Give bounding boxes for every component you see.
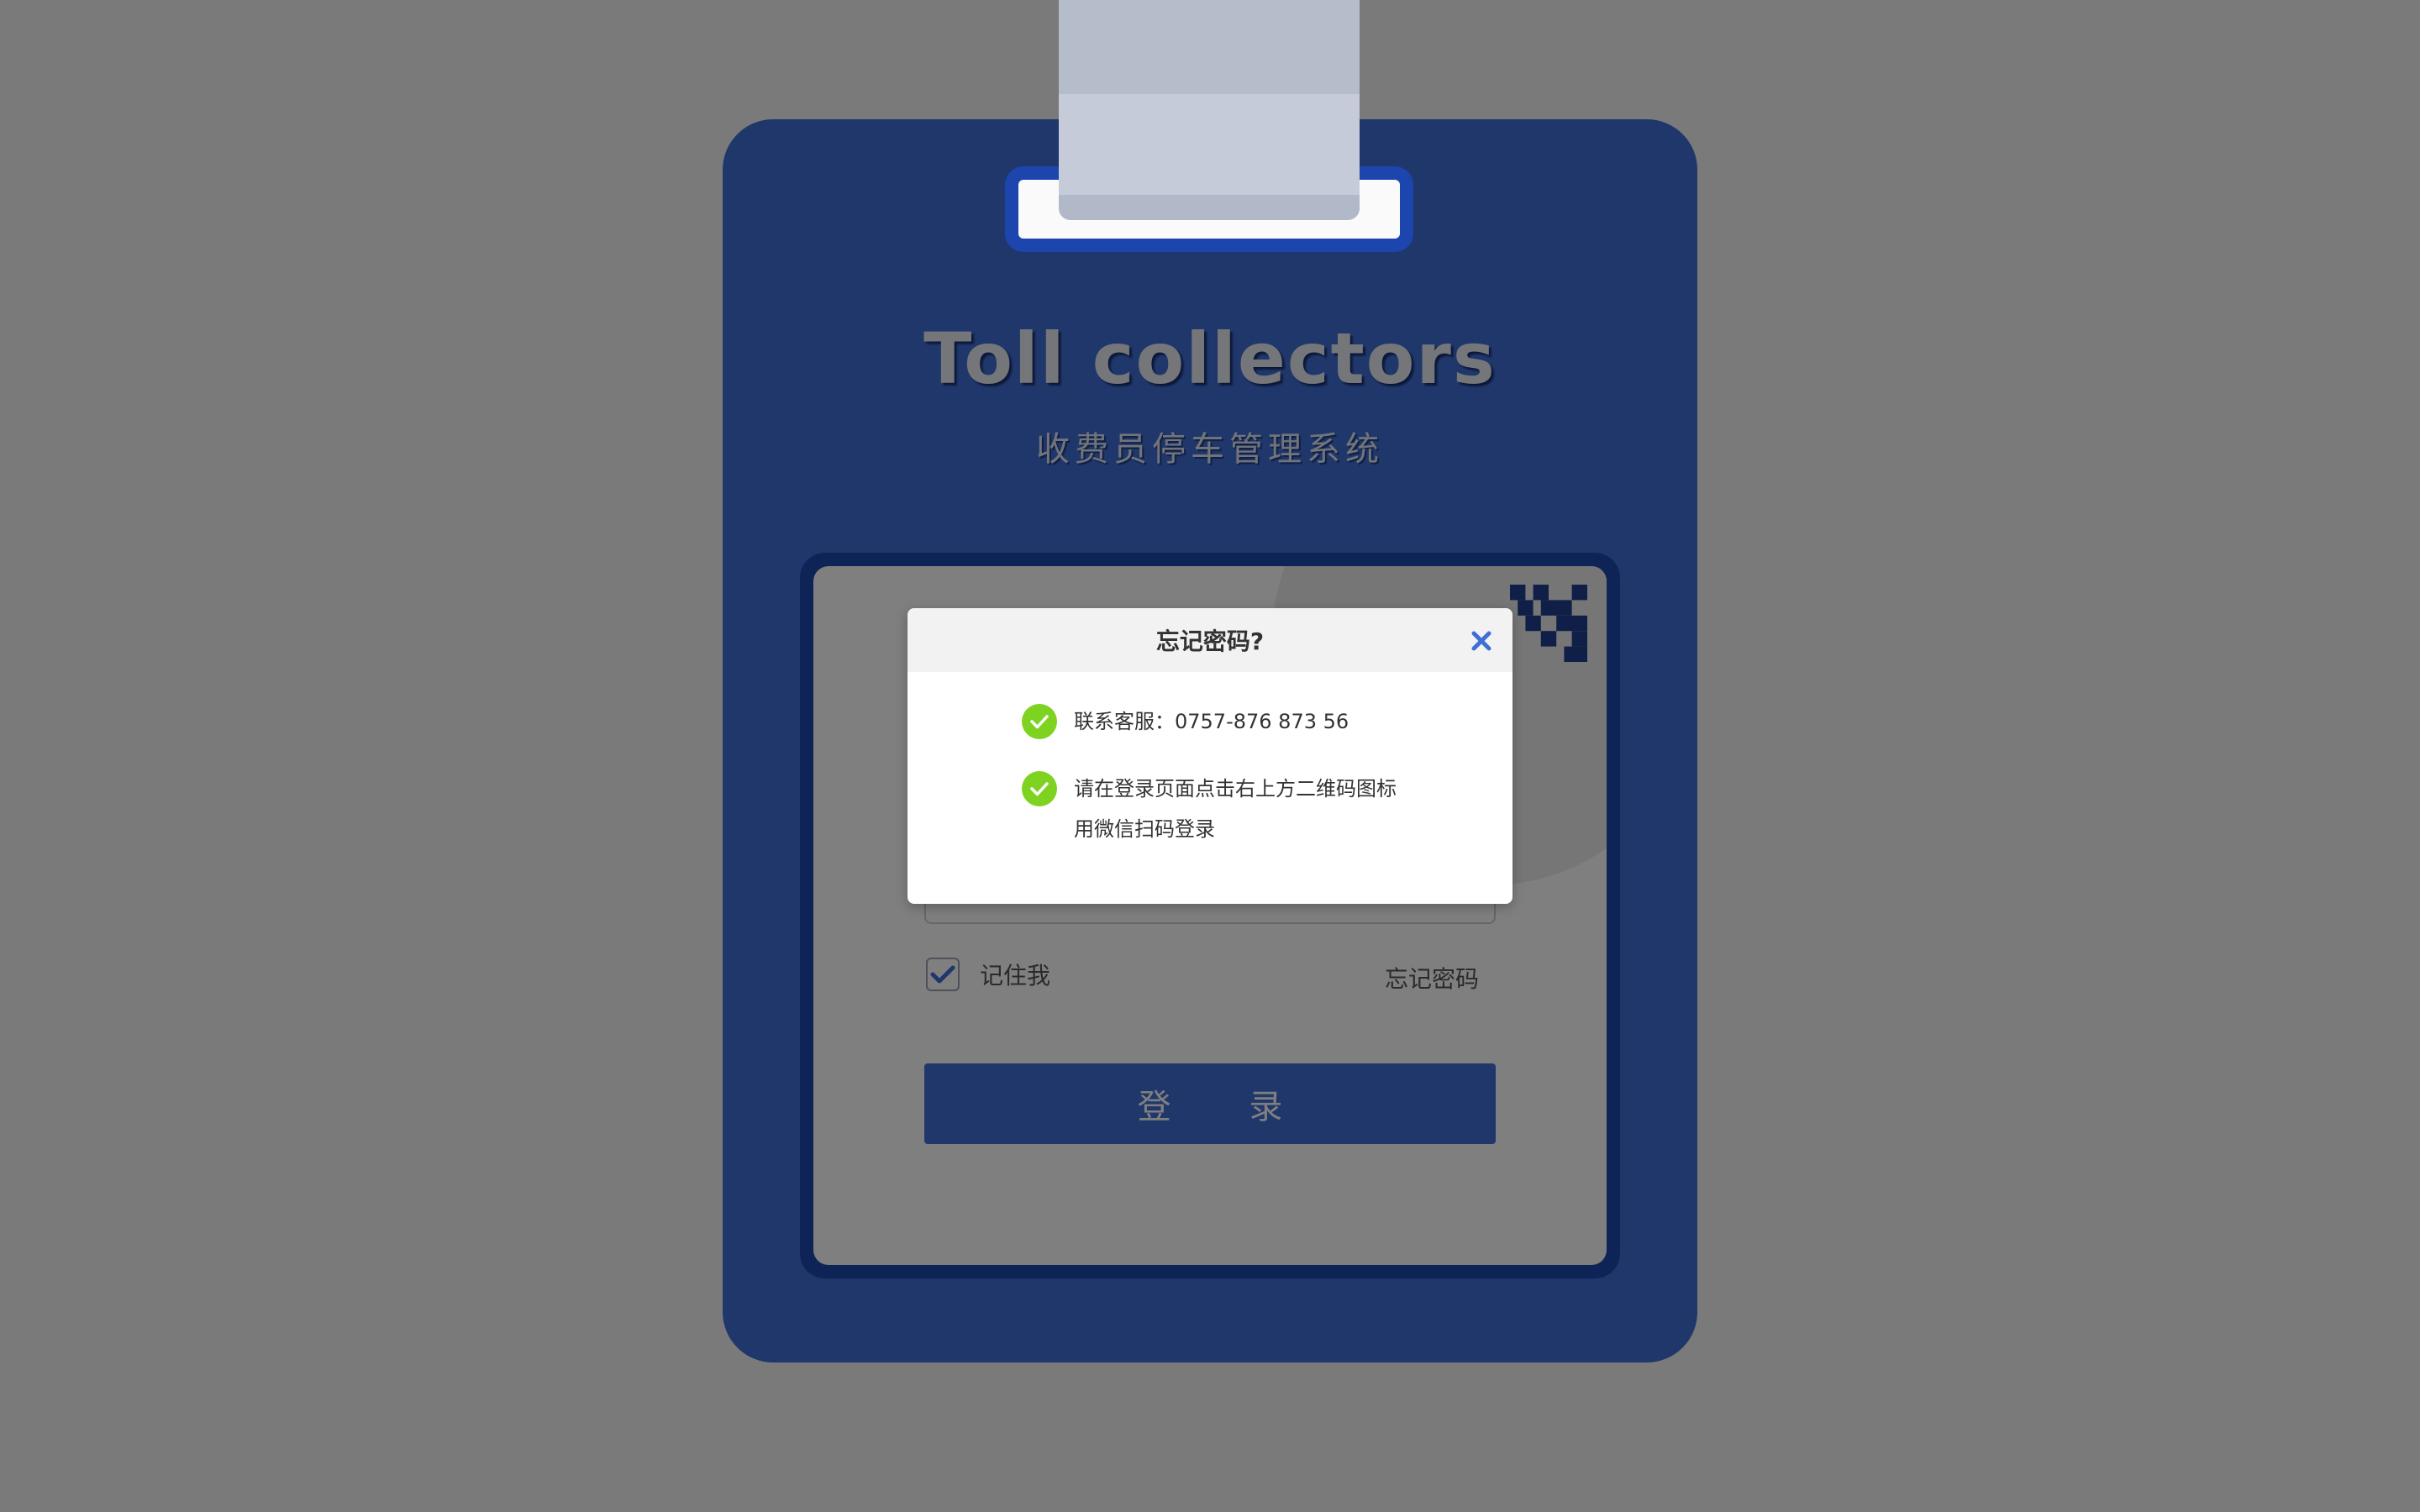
wechat-text-line-1: 请在登录页面点击右上方二维码图标 [1074,777,1397,801]
check-circle-icon [1022,771,1057,806]
page-background: Toll collectors 收费员停车管理系统 [0,0,2420,1512]
wechat-text-line-2: 用微信扫码登录 [1074,817,1215,841]
modal-item-phone: 联系客服：0757-876 873 56 [1022,704,1349,742]
forgot-password-modal: 忘记密码? 联系客服：0757-876 873 56 请在登录页面点击右上方二维… [908,608,1512,904]
close-icon[interactable] [1469,628,1494,654]
phone-text: 联系客服：0757-876 873 56 [1074,710,1349,733]
strap-clip [1059,195,1360,220]
modal-item-text: 联系客服：0757-876 873 56 [1074,701,1349,742]
modal-header: 忘记密码? [908,608,1512,672]
lanyard-strap [1059,0,1360,220]
modal-item-text: 请在登录页面点击右上方二维码图标 用微信扫码登录 [1074,769,1397,849]
modal-title: 忘记密码? [1155,627,1265,655]
check-circle-icon [1022,704,1057,739]
strap-top [1059,0,1360,94]
modal-item-wechat: 请在登录页面点击右上方二维码图标 用微信扫码登录 [1022,771,1397,849]
